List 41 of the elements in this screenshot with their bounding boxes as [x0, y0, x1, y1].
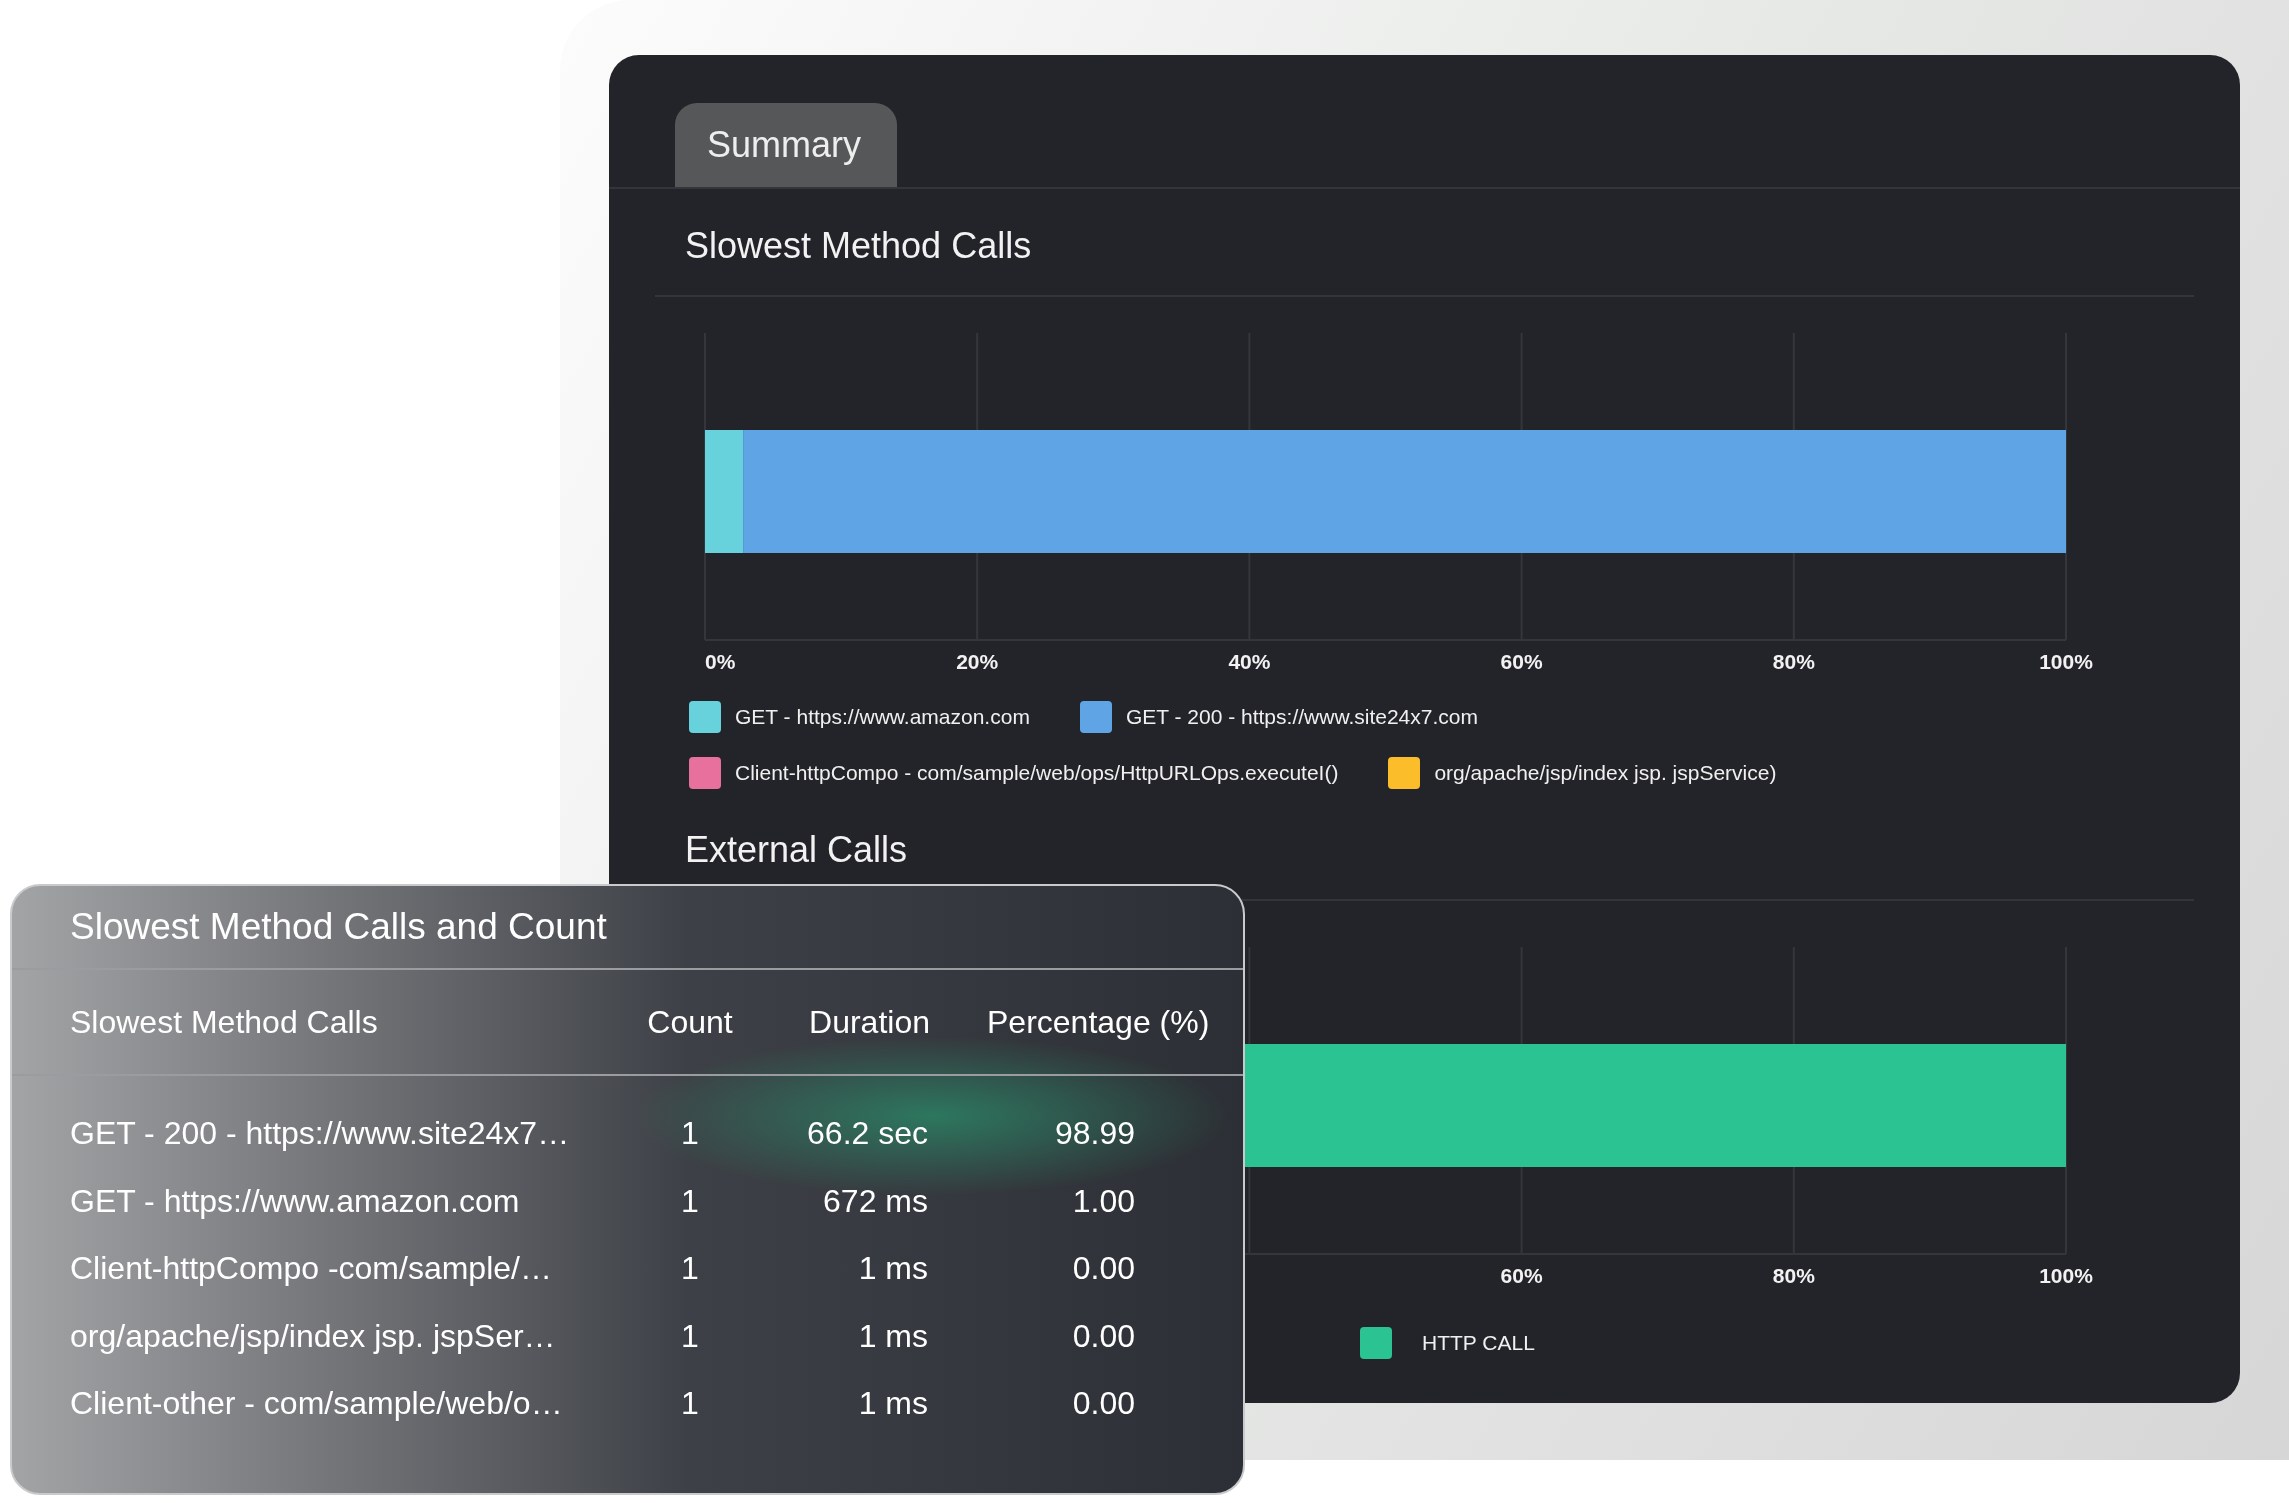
- axis-tick-label: 100%: [2039, 1264, 2093, 1287]
- table-cell-text: 1.00: [1071, 1182, 1136, 1220]
- table-cell-text: 1: [680, 1250, 700, 1288]
- table-cell-text: GET - https://www.amazon.com: [70, 1182, 521, 1220]
- table-cell-text: GET - 200 - https://www.site24x7…: [70, 1115, 571, 1153]
- column-header: Duration: [808, 1003, 931, 1041]
- axis-tick-label: 40%: [1228, 650, 1271, 673]
- column-header: Slowest Method Calls: [70, 1003, 379, 1041]
- legend-label: HTTP CALL: [1422, 1331, 1535, 1355]
- axis-tick-label: 80%: [1772, 1264, 1815, 1287]
- table-cell-text: 1: [680, 1182, 700, 1220]
- axis-tick-label: 100%: [2039, 650, 2093, 673]
- axis-tick-label: 60%: [1500, 650, 1543, 673]
- table-cell-text: 1: [680, 1115, 700, 1153]
- table-cell-text: 0.00: [1071, 1250, 1136, 1288]
- table-cell-text: 98.99: [1053, 1115, 1136, 1153]
- table-cell-text: 66.2 sec: [806, 1115, 929, 1153]
- table-cell-text: 1: [680, 1385, 700, 1423]
- table-cell-text: 1 ms: [857, 1250, 929, 1288]
- legend-label: GET - 200 - https://www.site24x7.com: [1125, 705, 1478, 729]
- legend-label: org/apache/jsp/index jsp. jspService): [1434, 761, 1777, 785]
- table-cell-text: 1 ms: [857, 1317, 929, 1355]
- table-cell-text: 672 ms: [822, 1182, 929, 1220]
- column-header: Percentage (%): [986, 1003, 1211, 1041]
- table-cell-text: 0.00: [1071, 1317, 1136, 1355]
- summary-tab[interactable]: Summary: [675, 103, 898, 187]
- table-cell-text: 1: [680, 1317, 700, 1355]
- table-cell-text: org/apache/jsp/index jsp. jspSer…: [70, 1317, 557, 1355]
- axis-tick-label: 60%: [1500, 1264, 1543, 1287]
- table-cell-text: 1 ms: [857, 1385, 929, 1423]
- card-title: Slowest Method Calls and Count: [12, 886, 1243, 970]
- axis-tick-label: 20%: [956, 650, 999, 673]
- table-cell-text: Client-other - com/sample/web/o…: [70, 1385, 564, 1423]
- legend-label: Client-httpCompo - com/sample/web/ops/HttpURLOps.executeI(): [735, 761, 1339, 785]
- table-cell-text: Client-httpCompo -com/sample/…: [70, 1250, 553, 1288]
- legend-label: GET - https://www.amazon.com: [735, 705, 1030, 729]
- axis-tick-label: 80%: [1772, 650, 1815, 673]
- column-header: Count: [646, 1003, 734, 1041]
- section-title: Slowest Method Calls: [655, 189, 2194, 297]
- axis-tick-label: 0%: [705, 650, 736, 673]
- table-cell-text: 0.00: [1071, 1385, 1136, 1423]
